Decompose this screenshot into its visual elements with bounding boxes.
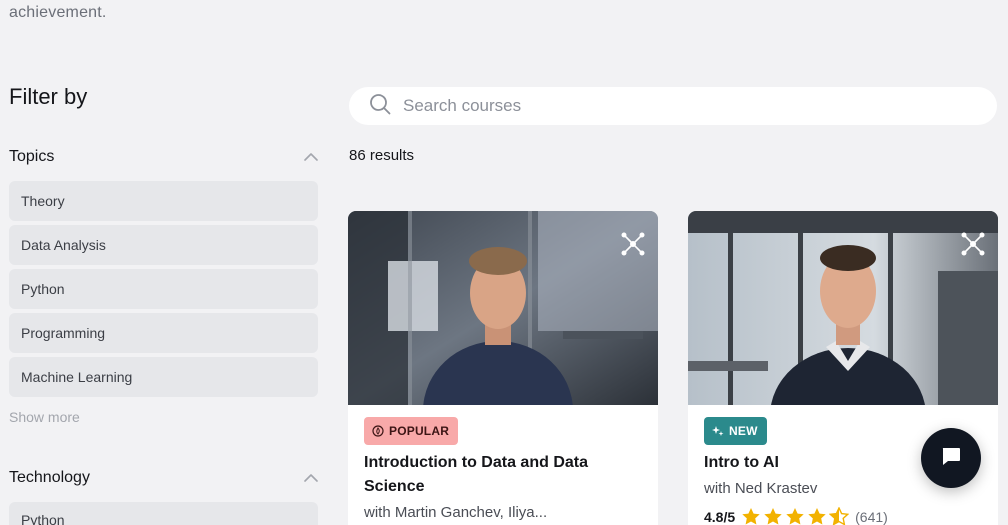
half-star-icon [829,507,850,525]
badge-label: POPULAR [389,424,450,438]
search-input[interactable] [403,96,963,116]
star-icon [742,508,760,525]
topics-label: Topics [9,148,55,165]
rating-stars [741,507,850,525]
sparkle-icon [712,425,724,437]
course-title[interactable]: Introduction to Data and Data Science [364,451,644,499]
chat-bubble-icon [940,445,962,472]
star-icon [764,508,782,525]
course-card[interactable]: POPULAR Introduction to Data and Data Sc… [348,211,658,525]
course-instructor: with Martin Ganchev, Iliya... [364,504,548,521]
badge-label: NEW [729,424,758,438]
topic-filter-machine-learning[interactable]: Machine Learning [9,357,318,397]
topics-list: Theory Data Analysis Python Programming … [9,181,318,401]
star-icon [786,508,804,525]
chevron-up-icon[interactable] [303,470,319,486]
topic-filter-programming[interactable]: Programming [9,313,318,353]
course-rating: 4.8/5 (641) [704,507,888,525]
rating-value: 4.8/5 [704,508,736,525]
course-thumbnail [688,211,998,405]
new-badge: NEW [704,417,767,445]
network-share-icon[interactable] [620,231,646,257]
search-icon [369,93,391,120]
topic-filter-python[interactable]: Python [9,269,318,309]
technology-section-header[interactable]: Technology [9,466,319,490]
course-thumbnail [348,211,658,405]
network-share-icon[interactable] [960,231,986,257]
fire-icon [372,425,384,437]
star-icon [808,508,826,525]
topic-filter-theory[interactable]: Theory [9,181,318,221]
results-count: 86 results [349,147,415,164]
filter-title: Filter by [9,84,88,109]
course-instructor: with Ned Krastev [704,480,818,497]
technology-filter-python[interactable]: Python [9,502,318,525]
intro-text: achievement. [9,4,107,21]
show-more-link[interactable]: Show more [9,409,80,425]
topics-section-header[interactable]: Topics [9,145,319,169]
popular-badge: POPULAR [364,417,459,445]
course-catalog-page: achievement. Filter by Topics Theory Dat… [0,0,1008,525]
search-bar[interactable] [349,87,997,125]
chevron-up-icon[interactable] [303,149,319,165]
topic-filter-data-analysis[interactable]: Data Analysis [9,225,318,265]
chat-button[interactable] [921,428,981,488]
technology-label: Technology [9,469,90,486]
rating-count: (641) [855,508,888,525]
